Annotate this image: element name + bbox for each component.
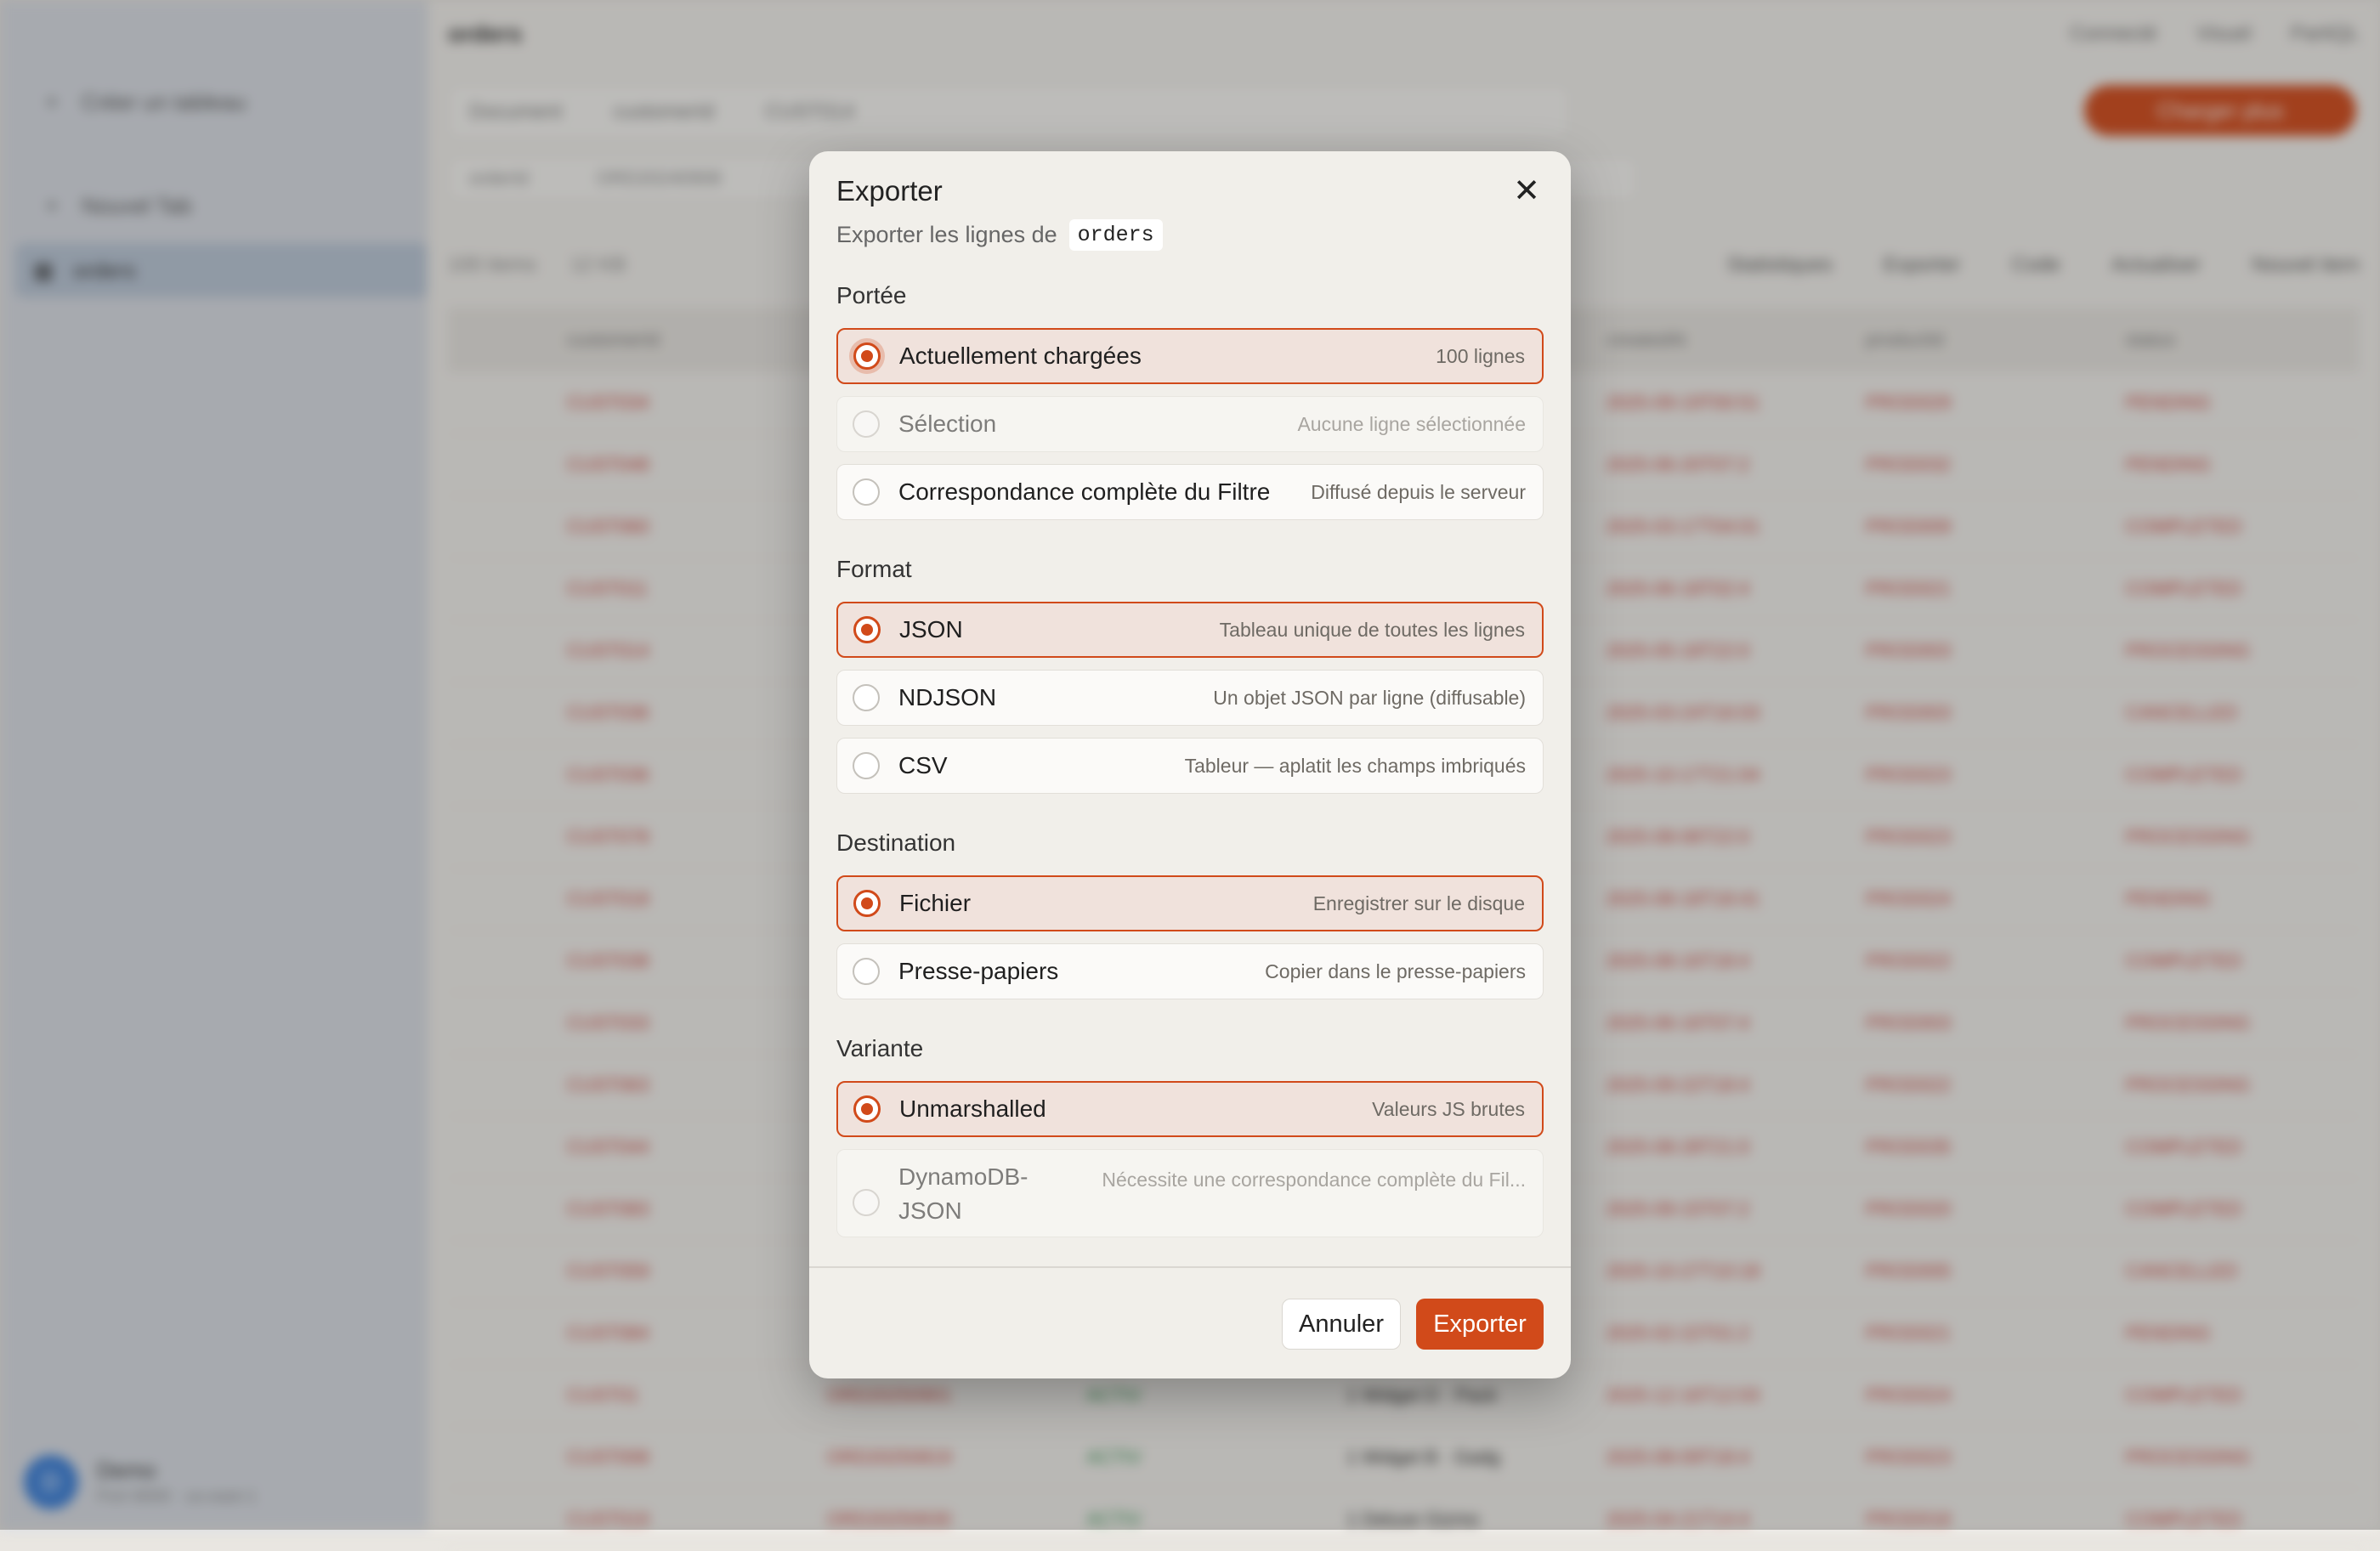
option-destination-clipboard[interactable]: Presse-papiers Copier dans le presse-pap… xyxy=(836,943,1544,999)
option-hint: 100 lignes xyxy=(1436,344,1525,367)
export-dialog: Exporter ✕ Exporter les lignes de orders… xyxy=(809,151,1571,1378)
option-hint: Diffusé depuis le serveur xyxy=(1311,480,1526,503)
option-format-json[interactable]: JSON Tableau unique de toutes les lignes xyxy=(836,602,1544,658)
option-label: Unmarshalled xyxy=(899,1095,1046,1122)
radio-selected-icon xyxy=(853,616,881,643)
option-hint: Aucune ligne sélectionnée xyxy=(1297,412,1526,435)
option-label: Fichier xyxy=(899,890,972,916)
dialog-title: Exporter xyxy=(836,175,943,207)
option-hint: Un objet JSON par ligne (diffusable) xyxy=(1213,686,1526,709)
option-format-ndjson[interactable]: NDJSON Un objet JSON par ligne (diffusab… xyxy=(836,670,1544,726)
radio-icon xyxy=(853,410,880,438)
option-label: Actuellement chargées xyxy=(899,342,1142,369)
radio-selected-icon xyxy=(853,342,881,370)
option-destination-file[interactable]: Fichier Enregistrer sur le disque xyxy=(836,875,1544,931)
option-label: CSV xyxy=(898,752,948,778)
option-scope-loaded[interactable]: Actuellement chargées 100 lignes xyxy=(836,328,1544,384)
option-hint: Tableur — aplatit les champs imbriqués xyxy=(1184,754,1526,777)
radio-icon xyxy=(853,1189,880,1216)
section-label-format: Format xyxy=(836,556,912,582)
option-variant-unmarshalled[interactable]: Unmarshalled Valeurs JS brutes xyxy=(836,1081,1544,1137)
radio-selected-icon xyxy=(853,1095,881,1123)
option-label: Sélection xyxy=(898,410,997,437)
radio-icon xyxy=(853,958,880,985)
option-label: JSON xyxy=(899,616,963,642)
option-hint: Nécessite une correspondance complète du… xyxy=(1102,1169,1526,1191)
close-icon[interactable]: ✕ xyxy=(1506,170,1547,211)
option-label: Presse-papiers xyxy=(898,958,1059,984)
option-scope-full-filter[interactable]: Correspondance complète du Filtre Diffus… xyxy=(836,464,1544,520)
option-hint: Copier dans le presse-papiers xyxy=(1265,959,1526,982)
option-variant-dynamodb-json[interactable]: DynamoDB-JSON Nécessite une correspondan… xyxy=(836,1149,1544,1237)
subtitle-text: Exporter les lignes de xyxy=(836,222,1057,247)
section-label-scope: Portée xyxy=(836,282,907,309)
option-format-csv[interactable]: CSV Tableur — aplatit les champs imbriqu… xyxy=(836,738,1544,794)
dialog-subtitle: Exporter les lignes de orders xyxy=(836,219,1163,251)
footer-divider xyxy=(809,1266,1571,1268)
section-label-variant: Variante xyxy=(836,1035,924,1061)
option-hint: Valeurs JS brutes xyxy=(1372,1097,1525,1120)
option-hint: Tableau unique de toutes les lignes xyxy=(1219,618,1525,641)
section-label-destination: Destination xyxy=(836,829,956,856)
option-label: DynamoDB-JSON xyxy=(898,1163,1028,1224)
cancel-button[interactable]: Annuler xyxy=(1282,1299,1401,1350)
option-hint: Enregistrer sur le disque xyxy=(1312,892,1525,914)
option-scope-selection[interactable]: Sélection Aucune ligne sélectionnée xyxy=(836,396,1544,452)
export-button[interactable]: Exporter xyxy=(1416,1299,1544,1350)
radio-icon xyxy=(853,684,880,711)
option-label: NDJSON xyxy=(898,684,997,710)
radio-selected-icon xyxy=(853,890,881,917)
radio-icon xyxy=(853,752,880,779)
radio-icon xyxy=(853,478,880,506)
option-label: Correspondance complète du Filtre xyxy=(898,478,1271,505)
table-name-code: orders xyxy=(1068,219,1163,251)
